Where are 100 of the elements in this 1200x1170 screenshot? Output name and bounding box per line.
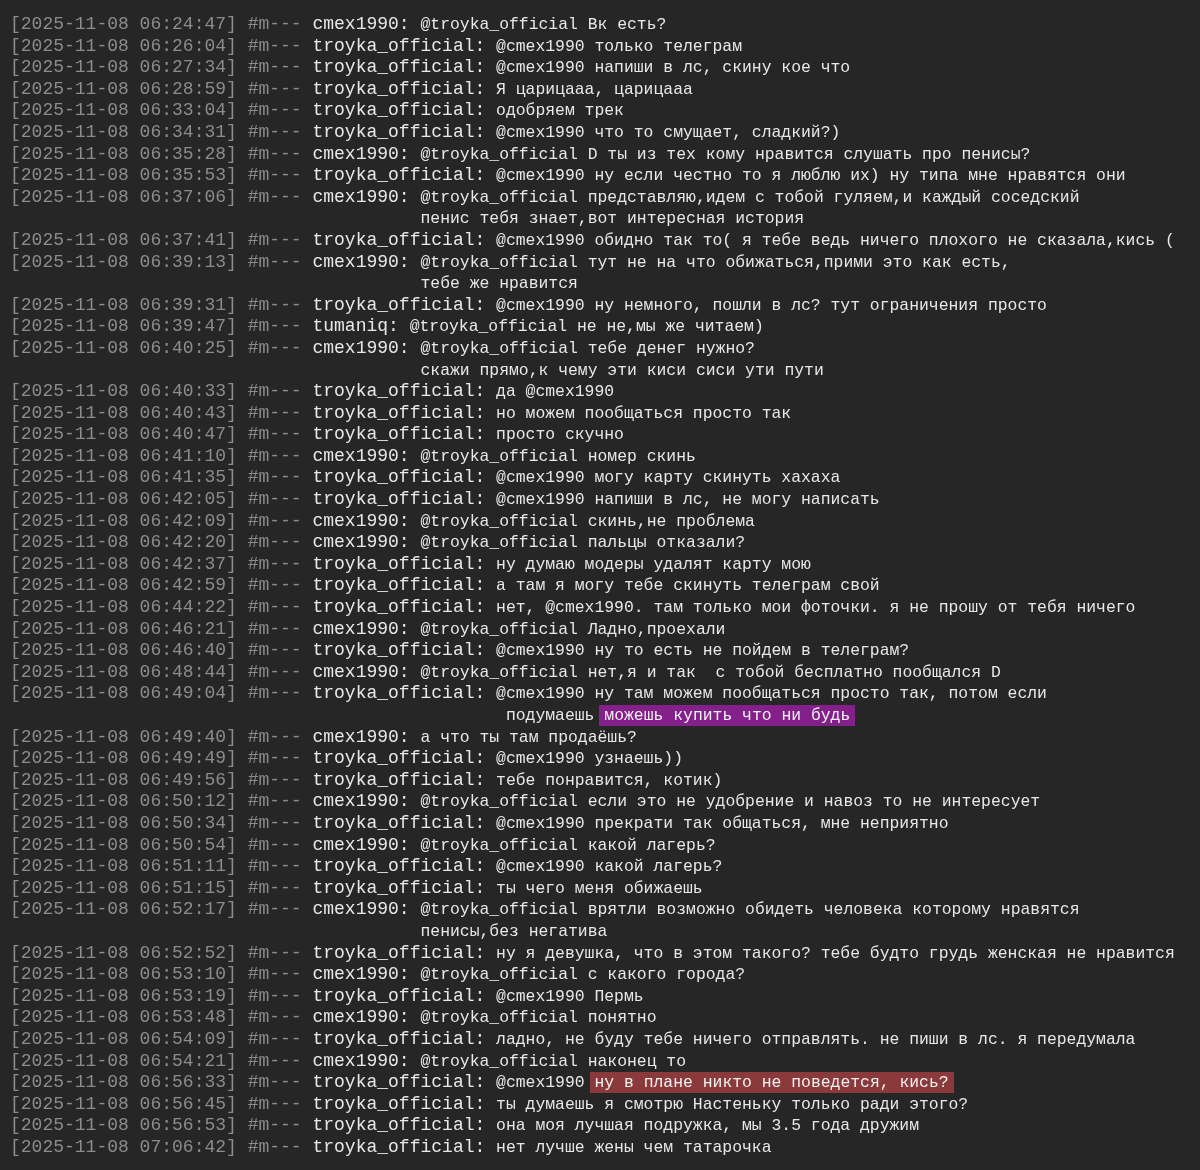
channel-tag: #m--- [247,316,302,338]
channel-tag: #m--- [247,1093,302,1116]
message-text: @troyka_official Вк есть? [420,14,667,36]
timestamp: [2025-11-08 06:34:31] [10,121,237,144]
channel-tag: #m--- [247,769,302,792]
channel-tag: #m--- [247,553,302,576]
channel-tag: #m--- [247,381,302,403]
message-text: ладно, не буду тебе ничего отправлять. не пиши в лс. я передумала [496,1028,1136,1051]
message-text: @troyka_official D ты из тех кому нравится слушать про пенисы? [420,143,1031,166]
message-text: @cmex1990 [496,1072,585,1094]
message-text: да @cmex1990 [496,381,615,403]
message-text: @cmex1990 напиши в лс, не могу написать [496,489,880,511]
message-text: ну я девушка, что в этом такого? тебе будто грудь женская не нравится [496,942,1175,965]
channel-tag: #m--- [247,1136,302,1159]
channel-tag: #m--- [247,1115,302,1137]
message-text: нет лучше жены чем татарочка [496,1136,772,1159]
message-text: @cmex1990 прекрати так общаться, мне неприятно [496,812,949,835]
username: troyka_official: [312,769,486,792]
message-text: @cmex1990 напиши в лс, скину кое что [496,57,851,79]
message-text: тебе понравится, котик) [496,769,723,792]
channel-tag: #m--- [247,251,302,295]
message-text: @cmex1990 узнаешь)) [496,748,683,770]
message-text: просто скучно [496,424,624,446]
username: troyka_official: [312,683,486,706]
timestamp: [2025-11-08 06:56:53] [10,1115,237,1137]
message-text: @cmex1990 ну если честно то я люблю их) ну типа мне нравятся они [496,165,1126,187]
message-text: @cmex1990 ну там можем пообщаться просто так, потом если [496,683,1047,705]
channel-tag: #m--- [247,445,302,468]
channel-tag: #m--- [247,467,302,490]
timestamp: [2025-11-08 06:56:33] [10,1072,237,1094]
timestamp: [2025-11-08 06:42:59] [10,575,237,598]
channel-tag: #m--- [247,812,302,835]
message-text: @cmex1990 Пермь [496,985,644,1008]
timestamp: [2025-11-08 06:46:21] [10,618,237,641]
timestamp: [2025-11-08 06:50:12] [10,791,237,813]
message-text: одобряем трек [496,100,624,122]
timestamp: [2025-11-08 06:48:44] [10,661,237,684]
message-text: @troyka_official пальцы отказали? [420,532,746,554]
timestamp: [2025-11-08 06:52:52] [10,942,237,965]
channel-tag: #m--- [247,575,302,598]
username: troyka_official: [312,229,486,252]
channel-tag: #m--- [247,683,302,727]
message-text: @cmex1990 какой лагерь? [496,856,723,878]
timestamp: [2025-11-08 06:53:10] [10,964,237,986]
channel-tag: #m--- [247,229,302,252]
message-text: тебе же нравится [420,273,578,295]
timestamp: [2025-11-08 06:24:47] [10,14,237,36]
message-text: @troyka_official если это не удобрение и навоз то не интересует [420,791,1041,813]
channel-tag: #m--- [247,143,302,166]
timestamp: [2025-11-08 06:35:53] [10,165,237,187]
message-text: @cmex1990 только телеграм [496,35,742,58]
message-text: @troyka_official какой лагерь? [420,834,716,857]
username: tumaniq: [312,316,399,338]
timestamp: [2025-11-08 06:56:45] [10,1093,237,1116]
channel-tag: #m--- [247,899,302,943]
username: troyka_official: [312,78,486,101]
username: troyka_official: [312,1115,486,1137]
username: cmex1990: [312,251,410,274]
channel-tag: #m--- [247,942,302,965]
channel-tag: #m--- [247,985,302,1008]
username: cmex1990: [312,445,410,468]
username: troyka_official: [312,877,486,900]
message-text: @troyka_official врятли возможно обидеть человека которому нравятся [420,899,1080,921]
username: troyka_official: [312,1072,486,1094]
highlighted-text: можешь купить что ни будь [599,705,856,727]
username: cmex1990: [312,834,410,857]
channel-tag: #m--- [247,489,302,511]
timestamp: [2025-11-08 06:27:34] [10,57,237,79]
message-text: Я царицааа, царицааа [496,78,693,101]
username: cmex1990: [312,532,410,554]
timestamp: [2025-11-08 06:26:04] [10,35,237,58]
channel-tag: #m--- [247,424,302,446]
timestamp: [2025-11-08 06:41:10] [10,445,237,468]
message-text: но можем пообщаться просто так [496,402,792,425]
timestamp: [2025-11-08 06:40:33] [10,381,237,403]
message-text: @troyka_official представляю,идем с тобой гуляем,и каждый соседский [420,186,1080,209]
message-text: @troyka_official нет,я и так с тобой бесплатно пообщался D [420,661,1001,684]
username: troyka_official: [312,121,486,144]
timestamp: [2025-11-08 06:40:47] [10,424,237,446]
message-text: а там я могу тебе скинуть телеграм свой [496,575,880,598]
timestamp: [2025-11-08 06:37:41] [10,229,237,252]
channel-tag: #m--- [247,337,302,382]
username: cmex1990: [312,337,410,360]
message-text: @cmex1990 обидно так то( я тебе ведь ничего плохого не сказала,кись ( [496,229,1175,252]
channel-tag: #m--- [247,57,302,79]
channel-tag: #m--- [247,100,302,122]
username: cmex1990: [312,791,410,813]
channel-tag: #m--- [247,597,302,619]
username: troyka_official: [312,812,486,835]
message-text: нет, @cmex1990. там только мои фоточки. я не прошу от тебя ничего [496,597,1136,619]
timestamp: [2025-11-08 06:33:04] [10,100,237,122]
channel-tag: #m--- [247,35,302,58]
username: troyka_official: [312,57,486,79]
channel-tag: #m--- [247,726,302,749]
timestamp: [2025-11-08 06:42:20] [10,532,237,554]
username: troyka_official: [312,381,486,403]
channel-tag: #m--- [247,1007,302,1029]
username: troyka_official: [312,640,486,662]
message-text: @cmex1990 могу карту скинуть хахаха [496,467,841,490]
channel-tag: #m--- [247,791,302,813]
